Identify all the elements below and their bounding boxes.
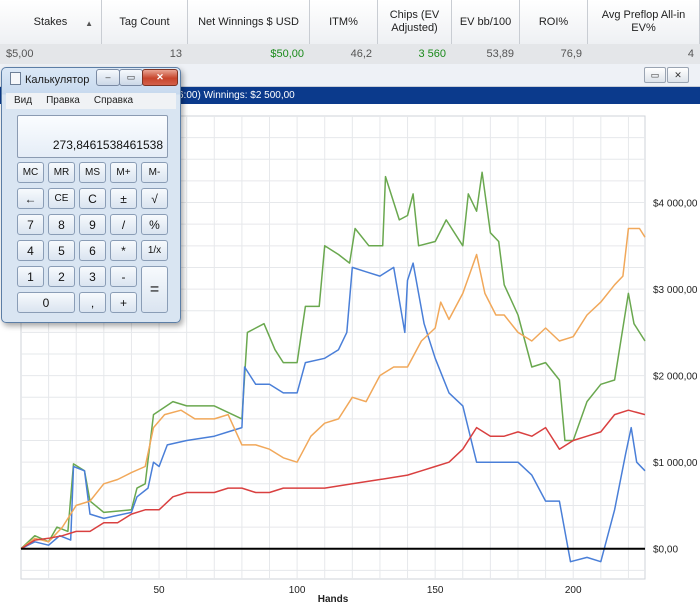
calculator-window: Калькулятор – ▭ ✕ Вид Правка Справка 273,8…: [1, 67, 181, 323]
y-tick-label: $2 000,00: [653, 372, 698, 383]
menu-view[interactable]: Вид: [14, 95, 32, 106]
calc-key-9[interactable]: 9: [79, 214, 106, 235]
calc-key-percent[interactable]: %: [141, 214, 168, 235]
table-cell-3: 46,2: [350, 48, 372, 60]
calc-key-ce[interactable]: CE: [48, 188, 75, 209]
x-tick-label: 50: [153, 585, 165, 596]
y-tick-label: $1 000,00: [653, 458, 698, 469]
maximize-icon[interactable]: ▭: [119, 69, 143, 86]
column-header-label: EV bb/100: [459, 15, 512, 28]
maximize-icon[interactable]: ▭: [644, 67, 666, 83]
calc-key-m-plus[interactable]: M+: [110, 162, 137, 183]
calc-key-7[interactable]: 7: [17, 214, 44, 235]
calc-key-ms[interactable]: MS: [79, 162, 106, 183]
graph-subtitle: 6:00) Winnings: $2 500,00: [178, 90, 295, 101]
calculator-title-text: Калькулятор: [25, 74, 90, 86]
column-header-label: ITM%: [329, 15, 358, 28]
column-header-label: Tag Count: [119, 15, 170, 28]
y-tick-label: $0,00: [653, 545, 678, 556]
y-tick-label: $4 000,00: [653, 199, 698, 210]
table-cell-5: 53,89: [486, 48, 514, 60]
column-header-label: Avg Preflop All-in EV%: [601, 9, 686, 34]
calc-key-6[interactable]: 6: [79, 240, 106, 261]
close-icon[interactable]: ✕: [667, 67, 689, 83]
column-header-6[interactable]: ROI%: [520, 0, 588, 44]
close-icon[interactable]: ✕: [142, 69, 178, 86]
calc-key-comma[interactable]: ,: [79, 292, 106, 313]
stats-table-row[interactable]: $5,00 13 $50,00 46,2 3 560 53,89 76,9 4: [0, 44, 700, 65]
table-cell-0: $5,00: [6, 48, 34, 60]
stats-table-header: Stakes ▲ Tag Count Net Winnings $ USD ITM% Ch…: [0, 0, 700, 45]
column-header-label: ROI%: [538, 15, 569, 28]
x-tick-label: 100: [289, 585, 306, 596]
calc-key-4[interactable]: 4: [17, 240, 44, 261]
menu-edit[interactable]: Правка: [46, 95, 80, 106]
calc-key-mr[interactable]: MR: [48, 162, 75, 183]
calc-key-0[interactable]: 0: [17, 292, 75, 313]
column-header-0[interactable]: Stakes ▲: [0, 0, 102, 44]
column-header-label: Stakes: [33, 15, 68, 28]
calc-key-backspace[interactable]: ←: [17, 188, 44, 209]
calc-key-3[interactable]: 3: [79, 266, 106, 287]
table-cell-6: 76,9: [560, 48, 582, 60]
calc-key-1[interactable]: 1: [17, 266, 44, 287]
calc-key-equals[interactable]: =: [141, 266, 168, 313]
calc-key-reciprocal[interactable]: 1/x: [141, 240, 168, 261]
table-cell-7: 4: [687, 48, 694, 60]
column-header-5[interactable]: EV bb/100: [452, 0, 520, 44]
minimize-icon[interactable]: –: [96, 69, 120, 86]
calc-key-plus[interactable]: +: [110, 292, 137, 313]
x-axis-label: Hands: [318, 594, 349, 603]
column-header-4[interactable]: Chips (EV Adjusted): [378, 0, 452, 44]
calculator-title: Калькулятор: [10, 72, 89, 86]
column-header-3[interactable]: ITM%: [310, 0, 378, 44]
x-tick-label: 200: [565, 585, 582, 596]
calc-key-mc[interactable]: MC: [17, 162, 44, 183]
calc-key-c[interactable]: C: [79, 188, 106, 209]
calc-key-m-minus[interactable]: M-: [141, 162, 168, 183]
column-header-label: Chips (EV Adjusted): [389, 9, 440, 34]
calc-key-multiply[interactable]: *: [110, 240, 137, 261]
calc-key-2[interactable]: 2: [48, 266, 75, 287]
calc-key-plus-minus[interactable]: ±: [110, 188, 137, 209]
table-cell-1: 13: [169, 48, 182, 60]
calculator-display: 273,8461538461538: [17, 115, 168, 158]
calc-key-divide[interactable]: /: [110, 214, 137, 235]
calc-key-minus[interactable]: -: [110, 266, 137, 287]
menu-help[interactable]: Справка: [94, 95, 133, 106]
table-cell-4: 3 560: [418, 48, 446, 60]
column-header-1[interactable]: Tag Count: [102, 0, 188, 44]
column-header-2[interactable]: Net Winnings $ USD: [188, 0, 310, 44]
calc-key-sqrt[interactable]: √: [141, 188, 168, 209]
sort-ascending-icon[interactable]: ▲: [85, 17, 93, 30]
calculator-icon: [10, 72, 21, 85]
column-header-label: Net Winnings $ USD: [198, 15, 299, 28]
table-cell-2: $50,00: [270, 48, 304, 60]
calculator-menu: Вид Правка Справка: [6, 93, 176, 109]
calc-key-8[interactable]: 8: [48, 214, 75, 235]
x-tick-label: 150: [427, 585, 444, 596]
calc-key-5[interactable]: 5: [48, 240, 75, 261]
column-header-7[interactable]: Avg Preflop All-in EV%: [588, 0, 700, 44]
y-tick-label: $3 000,00: [653, 285, 698, 296]
